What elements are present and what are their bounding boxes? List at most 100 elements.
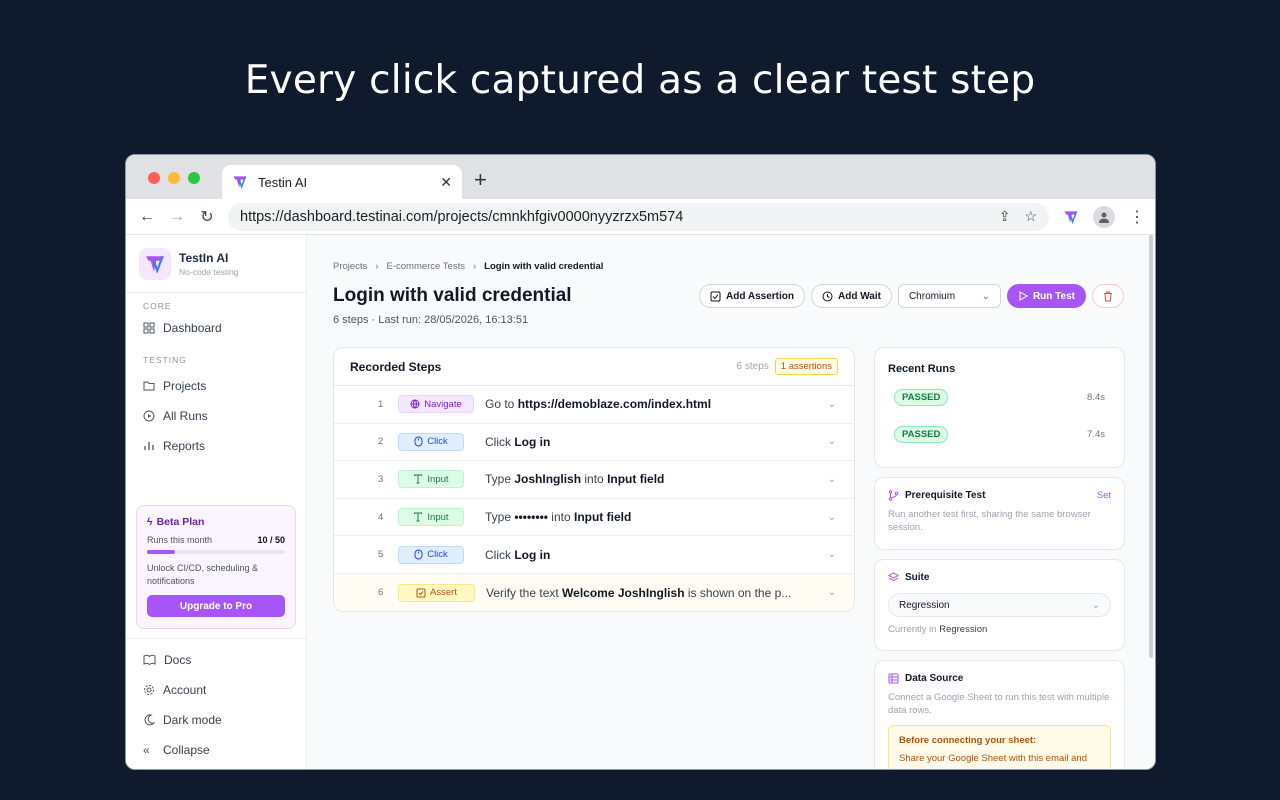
sidebar-item-projects[interactable]: Projects (126, 371, 306, 401)
address-bar: ← → ↻ https://dashboard.testinai.com/pro… (126, 199, 1155, 235)
step-type-label: Click (427, 436, 448, 448)
steps-header: Recorded Steps 6 steps 1 assertions (334, 348, 854, 386)
step-row[interactable]: 4 Input Type •••••••• into Input field ⌄ (334, 499, 854, 537)
sidebar-item-label: All Runs (163, 409, 208, 423)
book-icon (143, 654, 156, 666)
sidebar-bottom: Docs Account Dark mode « Collapse (126, 638, 306, 765)
run-row[interactable]: PASSED 8.4s (888, 379, 1111, 416)
extension-logo-icon[interactable] (1063, 209, 1079, 225)
prerequisite-description: Run another test first, sharing the same… (888, 509, 1091, 533)
close-tab-icon[interactable]: ✕ (440, 174, 452, 191)
brand-logo-icon (139, 247, 171, 280)
chevron-down-icon[interactable]: ⌄ (828, 549, 836, 560)
section-core: CORE (143, 301, 172, 311)
brand-name: TestIn AI (179, 250, 229, 265)
step-target: https://demoblaze.com/index.html (517, 397, 712, 412)
tab-title: Testin AI (258, 174, 308, 190)
main-content: Projects › E-commerce Tests › Login with… (307, 235, 1155, 769)
url-field[interactable]: https://dashboard.testinai.com/projects/… (228, 202, 1049, 231)
chevron-down-icon[interactable]: ⌄ (828, 512, 836, 523)
chevron-down-icon[interactable]: ⌄ (828, 587, 836, 598)
step-target: Input field (573, 510, 632, 525)
forward-icon[interactable]: → (166, 208, 188, 226)
sidebar-item-dark-mode[interactable]: Dark mode (126, 705, 306, 735)
browser-menu-icon[interactable]: ⋮ (1129, 207, 1145, 227)
step-text: is shown on the p... (684, 585, 792, 600)
recent-runs-card: Recent Runs PASSED 8.4s PASSED 7.4s (874, 347, 1125, 468)
data-source-description: Connect a Google Sheet to run this test … (888, 692, 1110, 716)
add-wait-button[interactable]: Add Wait (810, 284, 892, 308)
sidebar-item-label: Dashboard (163, 321, 222, 335)
browser-tab[interactable]: Testin AI ✕ (222, 165, 462, 199)
run-row[interactable]: PASSED 7.4s (888, 416, 1111, 453)
text-cursor-icon (414, 512, 423, 522)
browser-select[interactable]: Chromium ⌄ (897, 284, 1001, 308)
sidebar-item-label: Projects (163, 379, 207, 393)
close-window-dot[interactable] (148, 172, 160, 184)
chevron-down-icon: ⌄ (1091, 599, 1100, 611)
suite-select[interactable]: Regression ⌄ (888, 593, 1111, 617)
warning-title: Before connecting your sheet: (899, 735, 1037, 746)
step-row[interactable]: 2 Click Click Log in ⌄ (334, 424, 854, 462)
step-target: Log in (514, 547, 551, 562)
step-type-badge: Navigate (398, 395, 474, 414)
suite-select-value: Regression (899, 599, 950, 611)
sidebar-item-collapse[interactable]: « Collapse (126, 735, 306, 765)
beta-plan-card: ϟ Beta Plan Runs this month 10 / 50 Unlock… (136, 505, 296, 629)
sidebar-item-reports[interactable]: Reports (126, 431, 306, 461)
reload-icon[interactable]: ↻ (196, 207, 218, 227)
delete-button[interactable] (1092, 284, 1124, 308)
moon-icon (144, 714, 155, 726)
suite-current-value: Regression (939, 624, 988, 635)
chevron-down-icon[interactable]: ⌄ (828, 436, 836, 447)
step-row[interactable]: 1 Navigate Go to https://demoblaze.com/ind… (334, 386, 854, 424)
maximize-window-dot[interactable] (188, 172, 200, 184)
sidebar-item-dashboard[interactable]: Dashboard (126, 313, 306, 343)
step-type-label: Click (427, 549, 448, 561)
check-square-icon (710, 291, 721, 301)
run-duration: 7.4s (1087, 429, 1105, 440)
steps-title: Recorded Steps (350, 359, 442, 374)
scrollbar[interactable] (1149, 235, 1153, 658)
sidebar-item-docs[interactable]: Docs (126, 645, 306, 675)
step-text: into (581, 472, 608, 487)
share-icon[interactable]: ⇪ (999, 208, 1011, 225)
bookmark-star-icon[interactable]: ☆ (1024, 208, 1037, 225)
sidebar-item-all-runs[interactable]: All Runs (126, 401, 306, 431)
profile-avatar-icon[interactable] (1093, 205, 1115, 228)
chevron-down-icon[interactable]: ⌄ (828, 474, 836, 485)
back-icon[interactable]: ← (136, 208, 158, 226)
step-text: Type (485, 472, 515, 487)
mouse-icon (414, 549, 423, 560)
run-test-button[interactable]: Run Test (1006, 284, 1086, 308)
breadcrumb: Projects › E-commerce Tests › Login with… (333, 261, 603, 272)
breadcrumb-projects[interactable]: Projects (333, 261, 367, 272)
step-type-badge: Input (398, 508, 464, 527)
sidebar-item-account[interactable]: Account (126, 675, 306, 705)
runs-value: 10 / 50 (257, 535, 285, 545)
status-badge: PASSED (894, 389, 949, 406)
step-number: 4 (378, 511, 384, 523)
chevron-down-icon[interactable]: ⌄ (828, 399, 836, 410)
breadcrumb-project[interactable]: E-commerce Tests (387, 261, 465, 272)
add-assertion-label: Add Assertion (726, 290, 794, 302)
add-assertion-button[interactable]: Add Assertion (699, 284, 805, 308)
git-branch-icon (888, 490, 899, 501)
recent-runs-title: Recent Runs (888, 363, 956, 375)
step-description: Click Log in (485, 435, 828, 449)
brand[interactable]: TestIn AI No-code testing (126, 235, 306, 293)
trash-icon (1104, 291, 1112, 301)
upgrade-button[interactable]: Upgrade to Pro (147, 595, 285, 617)
step-row[interactable]: 5 Click Click Log in ⌄ (334, 536, 854, 574)
data-source-card: Data Source Connect a Google Sheet to ru… (874, 660, 1125, 769)
sidebar: TestIn AI No-code testing CORE Dashboard… (126, 235, 307, 769)
new-tab-icon[interactable]: + (474, 169, 487, 191)
step-description: Go to https://demoblaze.com/index.html (485, 397, 828, 411)
prerequisite-set-link[interactable]: Set (1097, 490, 1111, 501)
step-row[interactable]: 3 Input Type JoshInglish into Input field ⌄ (334, 461, 854, 499)
folder-icon (143, 381, 155, 391)
minimize-window-dot[interactable] (168, 172, 180, 184)
step-row[interactable]: 6 Assert Verify the text Welcome JoshIngli… (334, 573, 854, 611)
prerequisite-card: Prerequisite Test Set Run another test f… (874, 477, 1125, 550)
sidebar-item-label: Collapse (163, 743, 210, 757)
